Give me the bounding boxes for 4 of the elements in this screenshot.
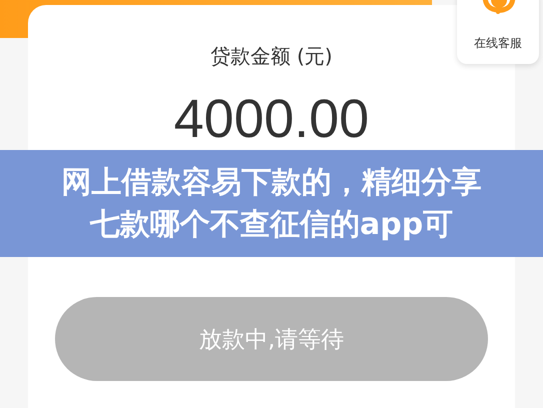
customer-service-button[interactable]: 在线客服 — [457, 0, 539, 64]
loan-amount: 4000.00 — [174, 92, 370, 146]
loan-amount-label: 贷款金额 (元) — [210, 43, 332, 70]
banner-title: 网上借款容易下款的，精细分享七款哪个不查征信的app可 — [60, 164, 482, 244]
